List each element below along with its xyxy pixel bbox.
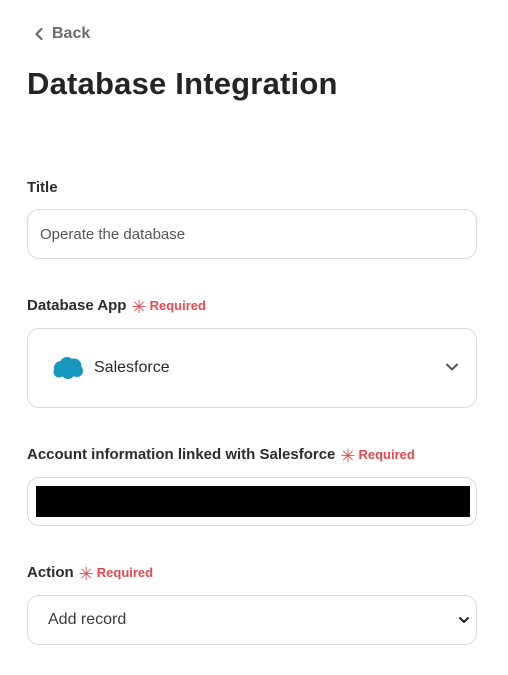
title-input-value: Operate the database <box>40 225 186 243</box>
action-select[interactable]: Add record <box>27 595 477 645</box>
title-field-label: Title <box>27 179 58 196</box>
page-title: Database Integration <box>27 66 338 101</box>
chevron-left-icon <box>35 27 43 41</box>
account-select[interactable] <box>27 477 477 526</box>
back-label: Back <box>52 25 91 42</box>
chevron-down-icon <box>459 617 469 623</box>
back-link[interactable]: Back <box>34 25 90 43</box>
action-field-label: Action ✳ Required <box>27 564 154 584</box>
required-text: Required <box>358 447 415 462</box>
database-app-label-text: Database App <box>27 297 127 314</box>
salesforce-cloud-icon <box>53 357 83 379</box>
title-label-text: Title <box>27 179 58 196</box>
database-app-select[interactable]: Salesforce <box>27 328 477 408</box>
account-field-label: Account information linked with Salesfor… <box>27 446 415 466</box>
database-app-field-label: Database App ✳ Required <box>27 297 206 317</box>
required-badge: ✳ Required <box>131 297 206 317</box>
account-label-text: Account information linked with Salesfor… <box>27 446 336 463</box>
database-app-value: Salesforce <box>94 359 170 376</box>
chevron-down-icon <box>446 363 458 371</box>
title-input[interactable]: Operate the database <box>27 209 477 259</box>
required-asterisk-icon: ✳ <box>340 446 356 466</box>
required-badge: ✳ Required <box>340 446 415 466</box>
required-text: Required <box>96 565 154 580</box>
redacted-account-value <box>36 486 470 517</box>
required-asterisk-icon: ✳ <box>131 297 147 317</box>
required-text: Required <box>149 298 206 313</box>
action-label-text: Action <box>27 564 74 581</box>
required-badge: ✳ Required <box>78 564 154 584</box>
required-asterisk-icon: ✳ <box>78 564 94 584</box>
action-value: Add record <box>48 611 127 628</box>
database-integration-page: Back Database Integration Title Operate … <box>0 0 508 675</box>
